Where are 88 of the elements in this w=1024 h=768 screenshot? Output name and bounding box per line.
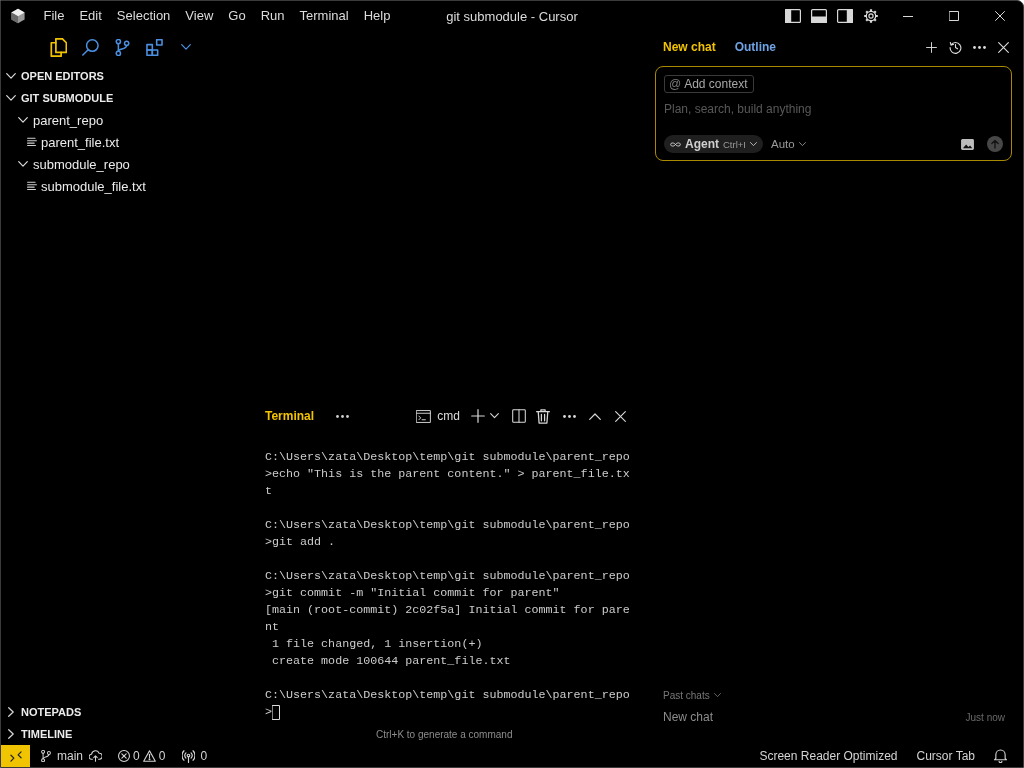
- close-icon[interactable]: [995, 11, 1005, 21]
- menu-item[interactable]: View: [185, 8, 214, 24]
- terminal-line: >git commit -m "Initial commit for parent": [265, 585, 560, 602]
- remote-icon: [9, 750, 22, 762]
- file-item[interactable]: parent_file.txt: [27, 131, 120, 153]
- branch-icon: [40, 750, 52, 762]
- terminal-cursor-icon: [272, 705, 280, 720]
- terminal-line: >git add .: [265, 534, 336, 551]
- trash-icon[interactable]: [536, 408, 550, 424]
- bell-icon[interactable]: [994, 749, 1007, 763]
- terminal-line: C:\Users\zata\Desktop\temp\git submodule\parent_repo: [265, 568, 630, 585]
- add-context-chip[interactable]: @ Add context: [664, 75, 754, 93]
- ports-status[interactable]: 0: [182, 745, 208, 767]
- terminal-line: t: [265, 483, 272, 500]
- infinity-icon: [670, 141, 681, 147]
- chat-history-title[interactable]: New chat: [663, 710, 714, 724]
- section-header[interactable]: OPEN EDITORS: [1, 65, 104, 87]
- chevron-down-icon: [749, 141, 757, 147]
- extensions-icon[interactable]: [145, 38, 163, 56]
- terminal-line: C:\Users\zata\Desktop\temp\git submodule\parent_repo: [265, 517, 630, 534]
- terminal-line: create mode 100644 parent_file.txt: [271, 653, 511, 670]
- maximize-icon[interactable]: [949, 11, 959, 21]
- bottom-panel-layout-icon[interactable]: [811, 9, 827, 23]
- shell-selector[interactable]: cmd: [416, 409, 460, 423]
- search-icon[interactable]: [81, 38, 99, 56]
- status-item[interactable]: Cursor Tab: [916, 749, 975, 763]
- more-icon[interactable]: [336, 414, 350, 418]
- file-item[interactable]: submodule_file.txt: [27, 175, 146, 197]
- menu-item[interactable]: Edit: [79, 8, 102, 24]
- terminal-line: C:\Users\zata\Desktop\temp\git submodule\parent_repo: [265, 687, 630, 704]
- chat-tab[interactable]: New chat: [663, 40, 716, 54]
- chevron-down-icon: [798, 141, 806, 147]
- warning-icon: [142, 750, 156, 762]
- error-icon: [118, 750, 130, 762]
- status-item[interactable]: Screen Reader Optimized: [759, 749, 898, 763]
- terminal-line: 1 file changed, 1 insertion(+): [271, 636, 483, 653]
- close-icon[interactable]: [997, 41, 1009, 53]
- chevron-up-icon[interactable]: [589, 412, 601, 420]
- menu-item[interactable]: Terminal: [299, 8, 349, 24]
- minimize-icon[interactable]: [903, 15, 913, 17]
- folder-item[interactable]: submodule_repo: [15, 153, 130, 175]
- terminal-line: >echo "This is the parent content." > parent_file.tx: [265, 466, 630, 483]
- menu-item[interactable]: Help: [363, 8, 391, 24]
- image-icon[interactable]: [961, 138, 974, 150]
- cloud-upload-icon[interactable]: [89, 750, 102, 762]
- agent-mode-dropdown[interactable]: Agent Ctrl+I: [664, 135, 763, 153]
- menu-item[interactable]: File: [43, 8, 65, 24]
- close-icon[interactable]: [615, 410, 626, 422]
- section-header[interactable]: GIT SUBMODULE: [1, 87, 114, 109]
- chat-tab[interactable]: Outline: [734, 40, 777, 54]
- terminal-line: >: [265, 704, 272, 721]
- source-control-icon[interactable]: [113, 38, 131, 56]
- menu-item[interactable]: Selection: [116, 8, 171, 24]
- plus-icon[interactable]: [925, 41, 937, 53]
- chat-history-time: Just now: [965, 711, 1005, 723]
- files-icon[interactable]: [49, 37, 67, 57]
- left-sidebar-layout-icon[interactable]: [785, 9, 801, 23]
- history-icon[interactable]: [948, 40, 962, 54]
- panel-tab[interactable]: Terminal: [265, 409, 315, 423]
- right-sidebar-layout-icon[interactable]: [837, 9, 853, 23]
- terminal-line: C:\Users\zata\Desktop\temp\git submodule\parent_repo: [265, 449, 630, 466]
- text-lines-icon: [27, 181, 37, 191]
- chevron-down-icon[interactable]: [181, 44, 191, 50]
- chevron-down-icon: [713, 692, 721, 698]
- remote-button[interactable]: [1, 745, 30, 767]
- console-window-icon: [416, 409, 432, 423]
- plus-icon[interactable]: [471, 409, 485, 423]
- terminal-line: nt: [265, 619, 280, 636]
- more-icon[interactable]: [563, 414, 576, 418]
- section-header[interactable]: NOTEPADS: [1, 701, 82, 723]
- menu-item[interactable]: Run: [260, 8, 285, 24]
- problems-status[interactable]: 0 0: [118, 745, 166, 767]
- text-lines-icon: [27, 137, 37, 147]
- menu-item[interactable]: Go: [228, 8, 246, 24]
- split-panel-icon[interactable]: [512, 409, 526, 423]
- terminal-hint: Ctrl+K to generate a command: [376, 729, 513, 741]
- chat-input-field[interactable]: Plan, search, build anything: [664, 100, 1003, 118]
- past-chats-toggle[interactable]: Past chats: [663, 688, 721, 702]
- cube-logo-icon: [10, 8, 26, 24]
- more-icon[interactable]: [972, 45, 986, 49]
- window-title: git submodule - Cursor: [446, 8, 578, 24]
- branch-status[interactable]: main: [40, 745, 83, 767]
- model-dropdown[interactable]: Auto: [770, 138, 806, 150]
- settings-icon[interactable]: [863, 8, 879, 24]
- antenna-icon: [182, 749, 196, 763]
- section-header[interactable]: TIMELINE: [1, 723, 73, 745]
- folder-item[interactable]: parent_repo: [15, 109, 104, 131]
- terminal-line: [main (root-commit) 2c02f5a] Initial commit for pare: [265, 602, 630, 619]
